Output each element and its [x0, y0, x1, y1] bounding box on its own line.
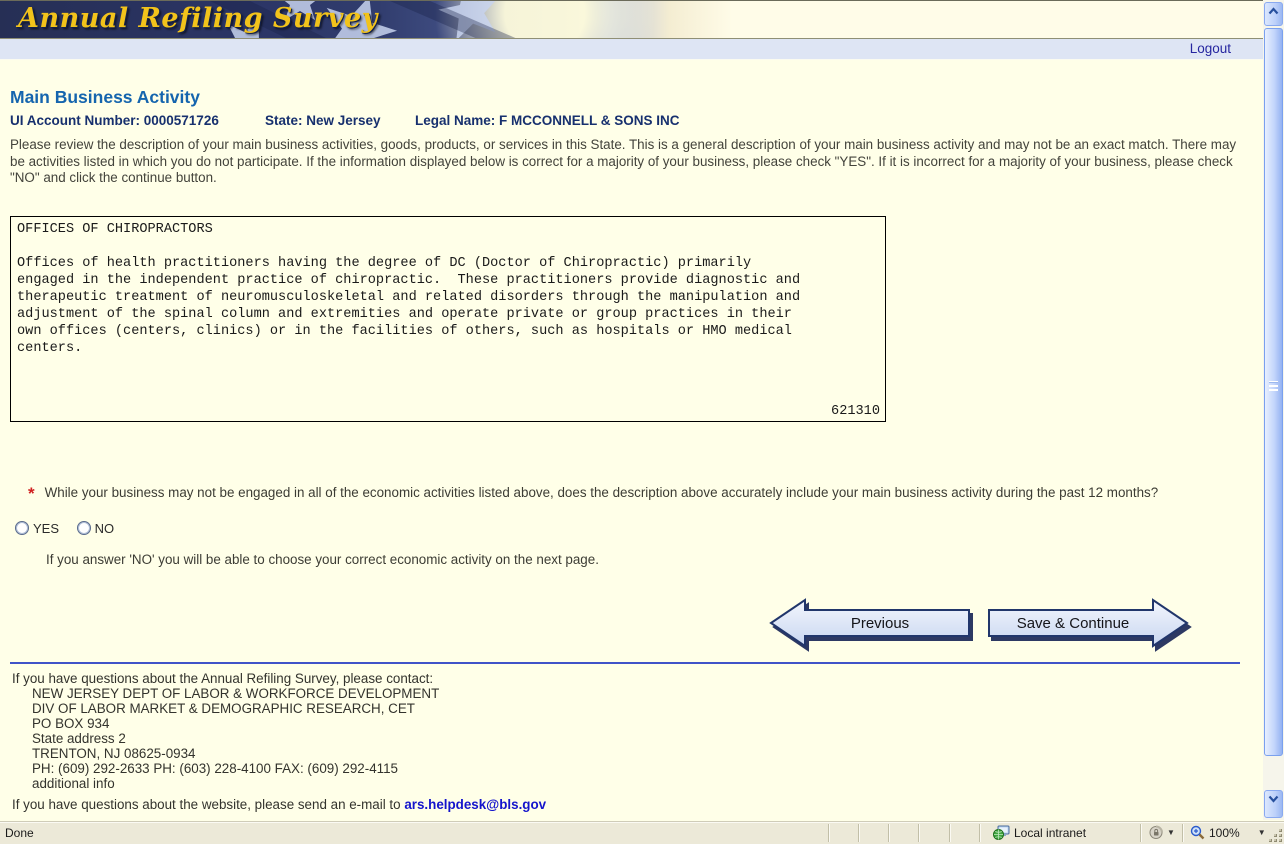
question-text: While your business may not be engaged i… [44, 485, 1159, 500]
zoom-icon [1190, 825, 1205, 840]
confirmation-question: * While your business may not be engaged … [28, 484, 1243, 504]
radio-yes-label[interactable]: YES [33, 521, 59, 536]
window-resize-grip[interactable] [1268, 828, 1282, 842]
account-legal-name: Legal Name: F MCCONNELL & SONS INC [415, 113, 680, 128]
contact-line: TRENTON, NJ 08625-0934 [32, 746, 196, 761]
contact-intro: If you have questions about the Annual R… [12, 671, 434, 686]
helpdesk-email-link[interactable]: ars.helpdesk@bls.gov [404, 797, 546, 812]
account-info-row: UI Account Number: 0000571726 State: New… [10, 113, 1210, 129]
scrollbar-thumb-grip [1269, 381, 1278, 383]
footer-divider [10, 662, 1240, 664]
save-continue-button[interactable]: Save & Continue [985, 596, 1190, 654]
chevron-down-icon [1268, 795, 1279, 803]
app-title: Annual Refiling Survey [18, 3, 378, 34]
vertical-scrollbar[interactable] [1263, 0, 1284, 820]
radio-yes[interactable] [15, 521, 29, 535]
zoom-level: 100% [1209, 825, 1240, 840]
security-report-icon [1149, 825, 1163, 839]
previous-button[interactable]: Previous [768, 596, 973, 654]
logout-link[interactable]: Logout [1190, 41, 1231, 56]
browser-viewport: Annual Refiling Survey Logout Main Busin… [0, 0, 1284, 844]
scroll-down-button[interactable] [1264, 790, 1283, 818]
security-report-control[interactable]: ▼ [1148, 825, 1175, 840]
zoom-dropdown-caret: ▼ [1257, 828, 1266, 837]
account-state: State: New Jersey [265, 113, 381, 128]
top-nav-bar: Logout [0, 39, 1263, 60]
status-text: Done [5, 826, 34, 840]
scroll-up-button[interactable] [1264, 2, 1283, 26]
contact-line: PH: (609) 292-2633 PH: (603) 228-4100 FA… [32, 761, 398, 776]
local-intranet-icon [993, 825, 1010, 840]
security-zone-indicator: Local intranet [993, 825, 1086, 840]
zone-label: Local intranet [1014, 825, 1087, 840]
chevron-up-icon [1268, 7, 1279, 15]
radio-no-label[interactable]: NO [95, 521, 115, 536]
security-dropdown-caret: ▼ [1167, 828, 1175, 837]
navigation-buttons: Previous Save & Continue [0, 596, 1263, 656]
contact-line: DIV OF LABOR MARKET & DEMOGRAPHIC RESEAR… [32, 701, 415, 716]
answer-options: YES NO [15, 521, 128, 537]
save-continue-button-label: Save & Continue [1017, 615, 1130, 632]
app-banner: Annual Refiling Survey [0, 0, 1263, 39]
contact-line: NEW JERSEY DEPT OF LABOR & WORKFORCE DEV… [32, 686, 440, 701]
main-content: Main Business Activity UI Account Number… [0, 61, 1263, 820]
naics-code: 621310 [831, 404, 880, 419]
browser-status-bar: Done Local intranet ▼ 100% ▼ [0, 821, 1284, 844]
contact-block: If you have questions about the Annual R… [12, 671, 439, 791]
previous-button-label: Previous [851, 615, 909, 632]
ui-account-number: UI Account Number: 0000571726 [10, 113, 219, 128]
contact-line: State address 2 [32, 731, 126, 746]
page-title: Main Business Activity [10, 87, 200, 107]
contact-line: additional info [32, 776, 115, 791]
business-description-text: OFFICES OF CHIROPRACTORS Offices of heal… [17, 222, 801, 356]
business-description-box: OFFICES OF CHIROPRACTORS Offices of heal… [10, 216, 886, 422]
scrollbar-thumb[interactable] [1264, 28, 1283, 756]
website-help-text: If you have questions about the website,… [12, 797, 405, 812]
website-help-line: If you have questions about the website,… [12, 797, 546, 812]
instructions-paragraph: Please review the description of your ma… [10, 137, 1237, 185]
zoom-control[interactable]: 100% ▼ [1190, 825, 1266, 840]
no-answer-note: If you answer 'NO' you will be able to c… [46, 552, 599, 567]
radio-no[interactable] [76, 521, 91, 535]
required-asterisk: * [28, 484, 35, 503]
contact-line: PO BOX 934 [32, 716, 110, 731]
